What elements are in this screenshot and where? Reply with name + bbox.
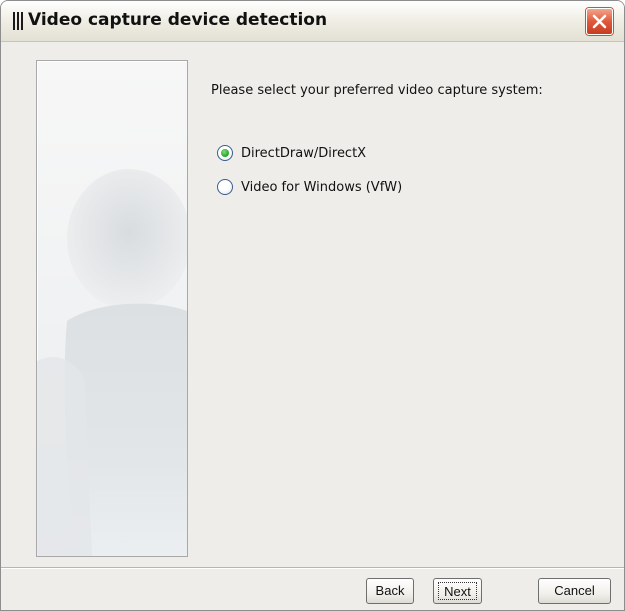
button-bar: Back Next Cancel — [1, 567, 624, 610]
option-label: Video for Windows (VfW) — [241, 179, 403, 195]
radio-button[interactable] — [217, 179, 233, 195]
next-button-label: Next — [438, 582, 477, 600]
bars-icon — [13, 12, 25, 30]
back-button[interactable]: Back — [366, 578, 414, 604]
dialog-window: Video capture device detection Please se… — [0, 0, 625, 611]
radio-button-selected[interactable] — [217, 145, 233, 161]
dialog-content: Please select your preferred video captu… — [1, 42, 624, 567]
close-button[interactable] — [586, 8, 613, 35]
side-image-panel — [36, 60, 188, 557]
title-bar[interactable]: Video capture device detection — [1, 1, 624, 42]
option-label: DirectDraw/DirectX — [241, 145, 367, 161]
option-vfw[interactable]: Video for Windows (VfW) — [217, 177, 402, 197]
option-directdraw[interactable]: DirectDraw/DirectX — [217, 143, 366, 163]
close-icon — [592, 14, 607, 29]
window-title: Video capture device detection — [28, 10, 328, 30]
selection-prompt: Please select your preferred video captu… — [211, 83, 543, 98]
next-button[interactable]: Next — [433, 578, 482, 604]
cancel-button[interactable]: Cancel — [538, 578, 611, 604]
faded-person-silhouette-image — [37, 169, 187, 556]
